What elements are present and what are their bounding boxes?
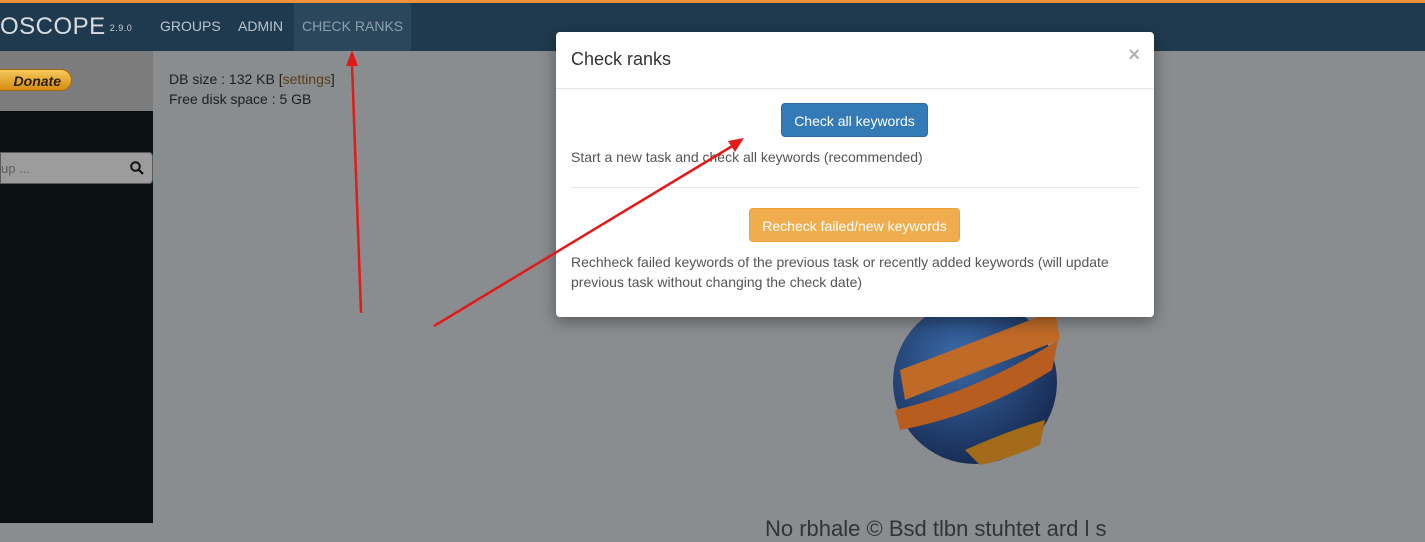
modal-title: Check ranks: [571, 49, 672, 69]
check-all-keywords-button[interactable]: Check all keywords: [781, 103, 928, 137]
modal-header: Check ranks ×: [556, 32, 1154, 89]
modal-divider: [571, 187, 1139, 188]
recheck-description: Rechheck failed keywords of the previous…: [571, 254, 1109, 290]
close-button[interactable]: ×: [1128, 44, 1140, 67]
check-ranks-modal: Check ranks × Check all keywords Start a…: [556, 32, 1154, 317]
recheck-failed-button[interactable]: Recheck failed/new keywords: [749, 208, 960, 242]
check-all-description: Start a new task and check all keywords …: [571, 149, 923, 165]
